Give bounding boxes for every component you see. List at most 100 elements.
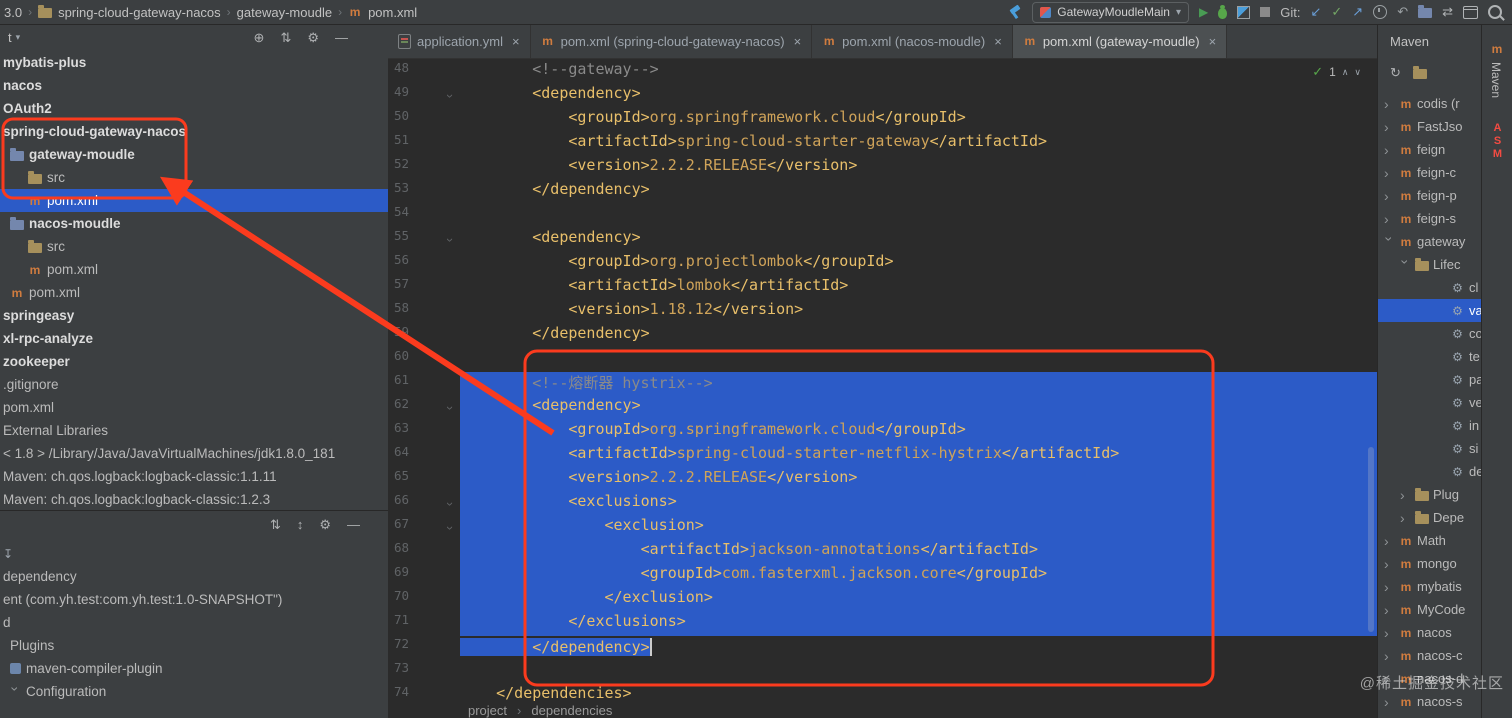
code-line[interactable]: 70 </exclusion> bbox=[388, 588, 1377, 612]
project-panel-title[interactable]: t bbox=[8, 30, 12, 45]
project-tree-item[interactable]: mybatis-plus bbox=[0, 51, 388, 74]
maven-tree-item[interactable]: › m feign bbox=[1378, 138, 1482, 161]
refresh-icon[interactable]: ↻ bbox=[1390, 65, 1401, 81]
hide-panel-icon[interactable]: — bbox=[335, 30, 348, 46]
compare-icon[interactable]: ⇄ bbox=[1442, 4, 1453, 20]
chevron-right-icon[interactable]: › bbox=[1384, 625, 1395, 641]
maven-tree-item[interactable]: › m feign-s bbox=[1378, 207, 1482, 230]
coverage-icon[interactable] bbox=[1237, 5, 1251, 19]
chevron-right-icon[interactable]: › bbox=[1384, 119, 1395, 135]
project-tree-item[interactable]: springeasy bbox=[0, 304, 388, 327]
structure-tree-item[interactable]: ↧ bbox=[0, 542, 388, 565]
structure-tree-item[interactable]: Plugins bbox=[0, 634, 388, 657]
project-tree-item[interactable]: spring-cloud-gateway-nacos bbox=[0, 120, 388, 143]
code-line[interactable]: 63 <groupId>org.springframework.cloud</g… bbox=[388, 420, 1377, 444]
code-line[interactable]: 53 </dependency> bbox=[388, 180, 1377, 204]
code-line[interactable]: 51 <artifactId>spring-cloud-starter-gate… bbox=[388, 132, 1377, 156]
chevron-right-icon[interactable]: › bbox=[1400, 487, 1411, 503]
editor-tab[interactable]: application.yml × bbox=[388, 24, 531, 58]
maven-strip-button[interactable]: Maven bbox=[1489, 62, 1503, 98]
editor-tab[interactable]: m pom.xml (nacos-moudle) × bbox=[812, 24, 1013, 58]
fold-marker[interactable]: › bbox=[438, 94, 462, 98]
code-line[interactable]: 67 › <exclusion> bbox=[388, 516, 1377, 540]
chevron-down-icon[interactable]: › bbox=[1382, 236, 1398, 247]
chevron-down-icon[interactable]: › bbox=[8, 686, 24, 697]
project-tree-item[interactable]: nacos-moudle bbox=[0, 212, 388, 235]
project-tree-item[interactable]: nacos bbox=[0, 74, 388, 97]
fold-marker[interactable]: › bbox=[438, 238, 462, 242]
git-push-icon[interactable]: ↗ bbox=[1352, 4, 1363, 20]
maven-tree-item[interactable]: › m nacos-c bbox=[1378, 644, 1482, 667]
close-tab-icon[interactable]: × bbox=[994, 34, 1002, 49]
editor-tab[interactable]: m pom.xml (spring-cloud-gateway-nacos) × bbox=[531, 24, 813, 58]
chevron-right-icon[interactable]: › bbox=[1384, 694, 1395, 710]
code-line[interactable]: 59 </dependency> bbox=[388, 324, 1377, 348]
expand-all-icon[interactable]: ⇅ bbox=[270, 517, 281, 533]
project-tree-item[interactable]: xl-rpc-analyze bbox=[0, 327, 388, 350]
restore-windows-icon[interactable] bbox=[1463, 5, 1478, 19]
maven-tree-item[interactable]: › m gateway bbox=[1378, 230, 1482, 253]
structure-tree-item[interactable]: d bbox=[0, 611, 388, 634]
maven-tree-item[interactable]: › m Math bbox=[1378, 529, 1482, 552]
maven-tree-item[interactable]: ⚙ va bbox=[1378, 299, 1482, 322]
chevron-right-icon[interactable]: › bbox=[1384, 648, 1395, 664]
code-line[interactable]: 56 <groupId>org.projectlombok</groupId> bbox=[388, 252, 1377, 276]
search-everywhere-icon[interactable] bbox=[1488, 5, 1502, 19]
project-tree-item[interactable]: src bbox=[0, 166, 388, 189]
close-tab-icon[interactable]: × bbox=[794, 34, 802, 49]
undo-icon[interactable]: ↶ bbox=[1397, 4, 1408, 20]
chevron-right-icon[interactable]: › bbox=[1384, 533, 1395, 549]
code-line[interactable]: 72 </dependency> bbox=[388, 636, 1377, 660]
prev-issue-icon[interactable]: ∧ bbox=[1342, 67, 1349, 78]
code-editor[interactable]: 48 <!--gateway--> 49 › <dependency> 50 <gro… bbox=[388, 58, 1377, 702]
code-line[interactable]: 49 › <dependency> bbox=[388, 84, 1377, 108]
project-tree-item[interactable]: .gitignore bbox=[0, 373, 388, 396]
chevron-down-icon[interactable]: › bbox=[1398, 259, 1414, 270]
code-line[interactable]: 61 <!--熔断器 hystrix--> bbox=[388, 372, 1377, 396]
code-line[interactable]: 57 <artifactId>lombok</artifactId> bbox=[388, 276, 1377, 300]
project-tree-item[interactable]: zookeeper bbox=[0, 350, 388, 373]
chevron-right-icon[interactable]: › bbox=[1384, 556, 1395, 572]
code-line[interactable]: 48 <!--gateway--> bbox=[388, 60, 1377, 84]
maven-tree-item[interactable]: ⚙ si bbox=[1378, 437, 1482, 460]
project-tree-item[interactable]: m pom.xml bbox=[0, 258, 388, 281]
maven-tree-item[interactable]: › m mongo bbox=[1378, 552, 1482, 575]
project-tree-item[interactable]: m pom.xml bbox=[0, 189, 388, 212]
editor-tab[interactable]: m pom.xml (gateway-moudle) × bbox=[1012, 24, 1228, 58]
code-line[interactable]: 68 <artifactId>jackson-annotations</arti… bbox=[388, 540, 1377, 564]
asm-strip-button[interactable]: A S M bbox=[1482, 122, 1512, 161]
fold-marker[interactable]: › bbox=[438, 526, 462, 530]
chevron-right-icon[interactable]: › bbox=[1384, 142, 1395, 158]
project-tree-item[interactable]: OAuth2 bbox=[0, 97, 388, 120]
maven-tree-item[interactable]: › m feign-p bbox=[1378, 184, 1482, 207]
locate-file-icon[interactable]: ⊕ bbox=[254, 30, 265, 46]
structure-tree-item[interactable]: dependency bbox=[0, 565, 388, 588]
project-tree-item[interactable]: < 1.8 > /Library/Java/JavaVirtualMachine… bbox=[0, 442, 388, 465]
code-line[interactable]: 74 </dependencies> bbox=[388, 684, 1377, 702]
fold-marker[interactable]: › bbox=[438, 406, 462, 410]
breadcrumb-item[interactable]: project bbox=[468, 703, 507, 718]
maven-tree-item[interactable]: ⚙ te bbox=[1378, 345, 1482, 368]
breadcrumb-item[interactable]: spring-cloud-gateway-nacos bbox=[58, 5, 221, 20]
code-line[interactable]: 69 <groupId>com.fasterxml.jackson.core</… bbox=[388, 564, 1377, 588]
fold-marker[interactable]: › bbox=[438, 502, 462, 506]
breadcrumb-item[interactable]: dependencies bbox=[531, 703, 612, 718]
project-tree-item[interactable]: gateway-moudle bbox=[0, 143, 388, 166]
git-update-icon[interactable]: ↙ bbox=[1310, 4, 1321, 20]
build-icon[interactable] bbox=[1006, 5, 1022, 20]
code-line[interactable]: 50 <groupId>org.springframework.cloud</g… bbox=[388, 108, 1377, 132]
code-line[interactable]: 55 › <dependency> bbox=[388, 228, 1377, 252]
maven-tree-item[interactable]: › m nacos-s bbox=[1378, 690, 1482, 713]
code-line[interactable]: 65 <version>2.2.2.RELEASE</version> bbox=[388, 468, 1377, 492]
project-tree-item[interactable]: pom.xml bbox=[0, 396, 388, 419]
code-line[interactable]: 60 bbox=[388, 348, 1377, 372]
breadcrumb-item[interactable]: 3.0 bbox=[4, 5, 22, 20]
project-structure-icon[interactable] bbox=[1418, 5, 1433, 18]
download-sources-icon[interactable] bbox=[1412, 66, 1427, 79]
run-config-selector[interactable]: GatewayMoudleMain ▾ bbox=[1032, 1, 1189, 23]
project-tree-item[interactable]: External Libraries bbox=[0, 419, 388, 442]
git-commit-icon[interactable]: ✓ bbox=[1331, 4, 1342, 20]
code-line[interactable]: 64 <artifactId>spring-cloud-starter-netf… bbox=[388, 444, 1377, 468]
chevron-right-icon[interactable]: › bbox=[1384, 579, 1395, 595]
gear-icon[interactable]: ⚙ bbox=[319, 517, 331, 533]
